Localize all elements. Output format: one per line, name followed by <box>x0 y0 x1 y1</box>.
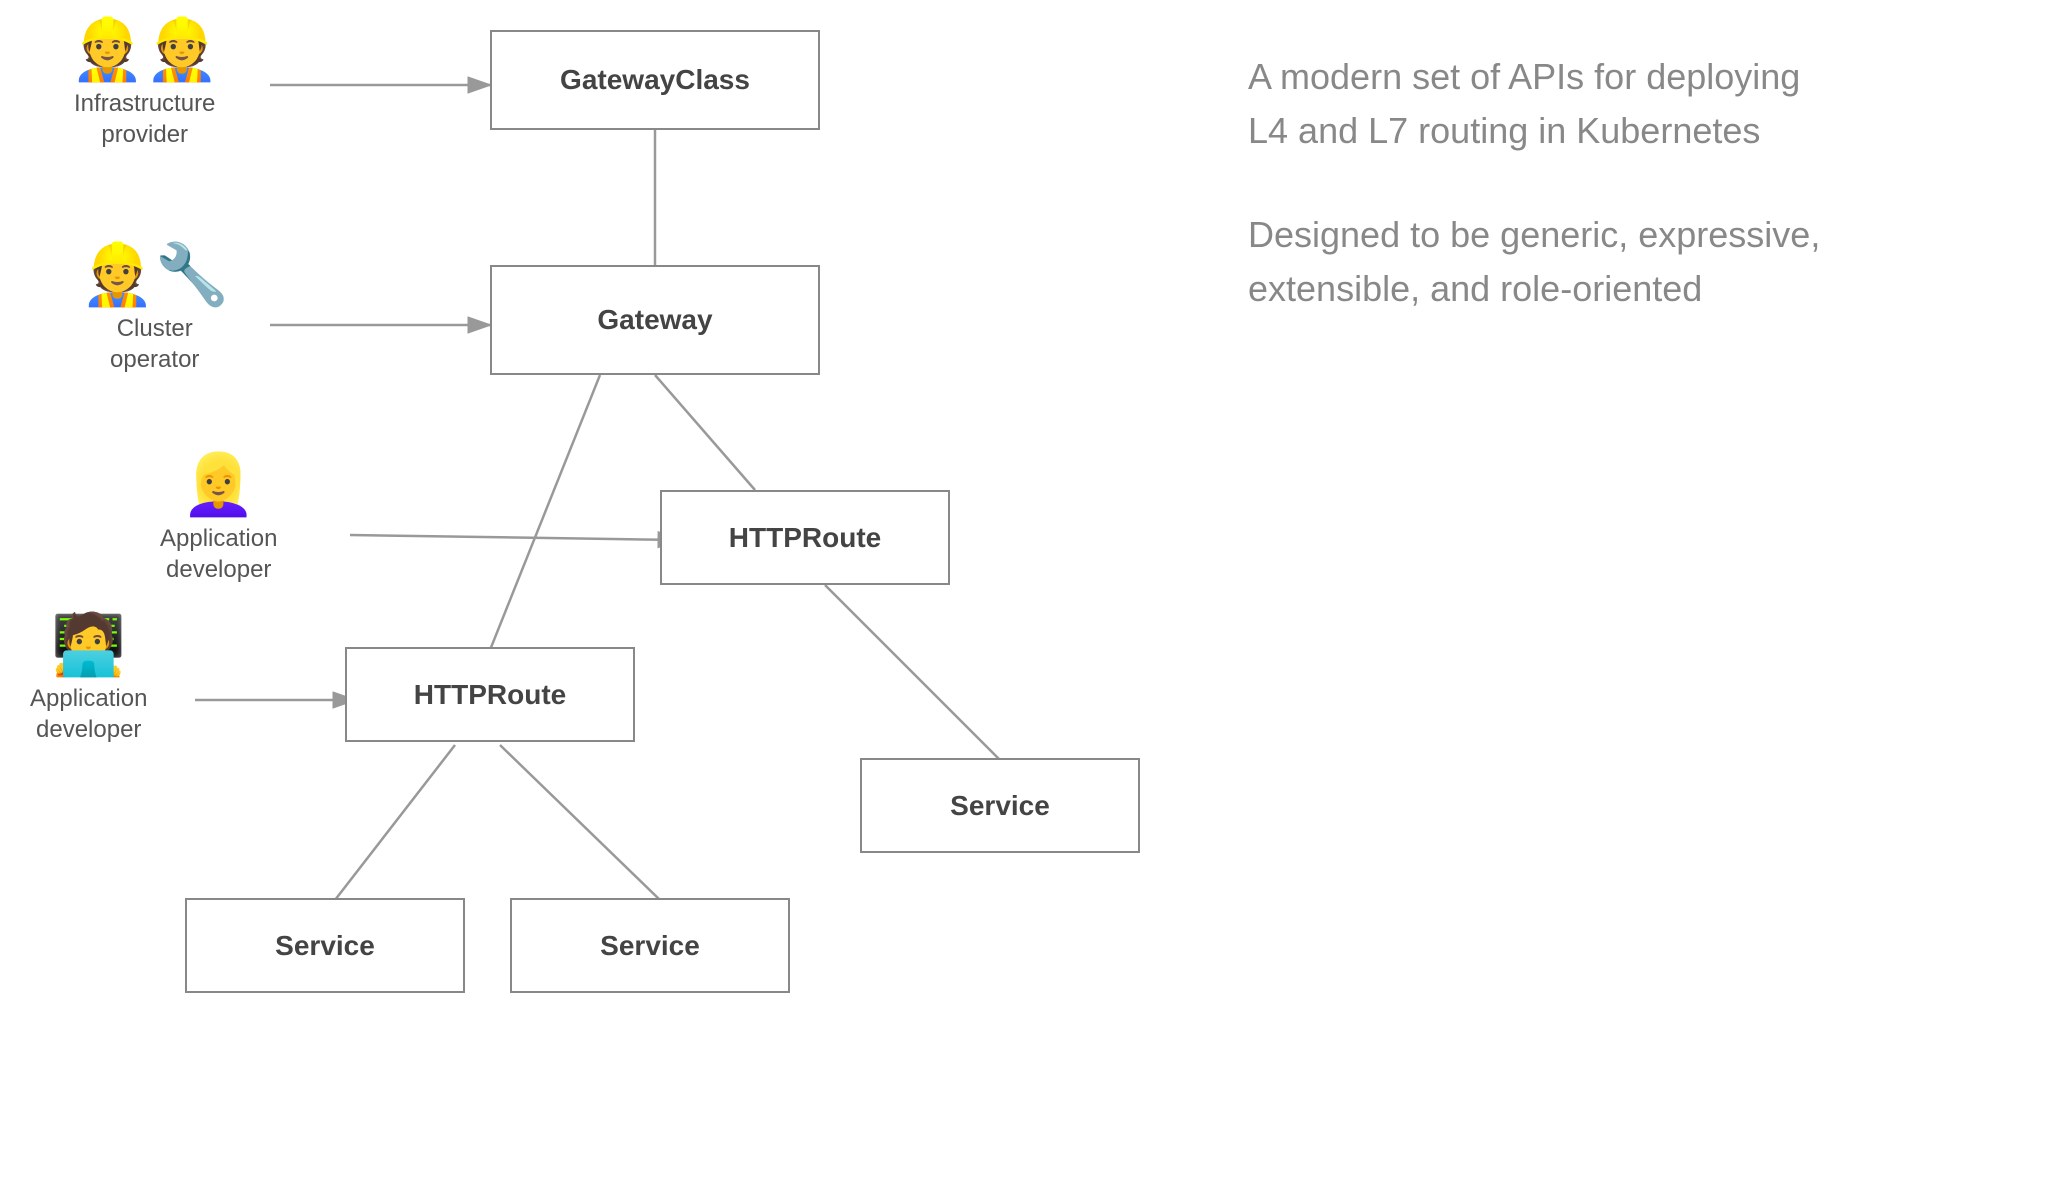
cluster-operator-icon: 👷🔧 <box>80 245 229 305</box>
app-dev-top-label: Applicationdeveloper <box>160 523 277 585</box>
description-block: A modern set of APIs for deploying L4 an… <box>1248 50 1948 366</box>
app-dev-bottom-icon: 🧑‍💻 <box>51 615 126 675</box>
infra-provider-label: Infrastructureprovider <box>74 88 215 150</box>
gateway-label: Gateway <box>597 304 712 336</box>
infra-provider-persona: 👷👷 Infrastructureprovider <box>70 20 219 150</box>
app-dev-top-persona: 👱‍♀️ Applicationdeveloper <box>160 455 277 585</box>
httproute-top-label: HTTPRoute <box>729 522 881 554</box>
diagram-container: GatewayClass Gateway HTTPRoute HTTPRoute… <box>0 0 2048 1203</box>
app-dev-top-icon: 👱‍♀️ <box>181 455 256 515</box>
service-right-box: Service <box>860 758 1140 853</box>
infra-provider-icon: 👷👷 <box>70 20 219 80</box>
httproute-bottom-box: HTTPRoute <box>345 647 635 742</box>
description-line1: A modern set of APIs for deploying L4 an… <box>1248 50 1948 158</box>
app-dev-bottom-label: Applicationdeveloper <box>30 683 147 745</box>
httproute-bottom-label: HTTPRoute <box>414 679 566 711</box>
service-bottom-right-box: Service <box>510 898 790 993</box>
cluster-operator-persona: 👷🔧 Clusteroperator <box>80 245 229 375</box>
app-dev-bottom-persona: 🧑‍💻 Applicationdeveloper <box>30 615 147 745</box>
service-bottom-left-box: Service <box>185 898 465 993</box>
httproute-top-box: HTTPRoute <box>660 490 950 585</box>
gateway-box: Gateway <box>490 265 820 375</box>
description-line2: Designed to be generic, expressive, exte… <box>1248 208 1948 316</box>
service-right-label: Service <box>950 790 1050 822</box>
service-bottom-right-label: Service <box>600 930 700 962</box>
gatewayclass-box: GatewayClass <box>490 30 820 130</box>
cluster-operator-label: Clusteroperator <box>110 313 199 375</box>
service-bottom-left-label: Service <box>275 930 375 962</box>
gatewayclass-label: GatewayClass <box>560 64 750 96</box>
